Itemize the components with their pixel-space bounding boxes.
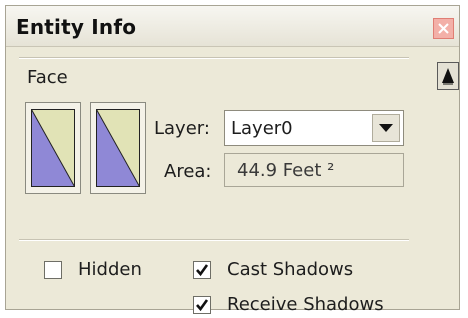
receive-shadows-checkbox[interactable] bbox=[193, 296, 211, 314]
toggle-details-button[interactable] bbox=[437, 62, 459, 90]
layer-value: Layer0 bbox=[231, 118, 293, 139]
receive-shadows-label: Receive Shadows bbox=[227, 294, 384, 315]
checkmark-icon bbox=[196, 299, 209, 312]
cast-shadows-option[interactable]: Cast Shadows bbox=[193, 259, 393, 283]
back-material-swatch[interactable] bbox=[90, 102, 146, 194]
layer-select[interactable]: Layer0 bbox=[224, 110, 404, 146]
header-divider bbox=[19, 57, 409, 59]
hidden-checkbox[interactable] bbox=[44, 261, 62, 279]
hidden-label: Hidden bbox=[78, 259, 142, 280]
close-x-icon bbox=[438, 23, 449, 34]
entity-type-label: Face bbox=[27, 67, 68, 88]
triangle-up-icon bbox=[442, 68, 454, 85]
layer-label: Layer: bbox=[154, 118, 210, 139]
back-material-icon bbox=[96, 109, 140, 187]
cast-shadows-label: Cast Shadows bbox=[227, 259, 354, 280]
checkmark-icon bbox=[196, 264, 209, 277]
chevron-down-icon bbox=[379, 124, 393, 132]
entity-info-window: Entity Info Face Layer: Layer0 Area: 44.… bbox=[5, 5, 460, 315]
hidden-option[interactable]: Hidden bbox=[44, 259, 164, 283]
layer-dropdown-button[interactable] bbox=[372, 114, 400, 142]
title-bar[interactable]: Entity Info bbox=[6, 6, 459, 47]
close-button[interactable] bbox=[433, 18, 454, 39]
window-title: Entity Info bbox=[16, 15, 137, 39]
cast-shadows-checkbox[interactable] bbox=[193, 261, 211, 279]
area-value: 44.9 Feet ² bbox=[237, 160, 335, 181]
area-field: 44.9 Feet ² bbox=[224, 153, 404, 187]
area-label: Area: bbox=[164, 161, 212, 182]
receive-shadows-option[interactable]: Receive Shadows bbox=[193, 294, 413, 318]
front-material-swatch[interactable] bbox=[25, 102, 81, 194]
front-material-icon bbox=[31, 109, 75, 187]
options-divider bbox=[19, 239, 409, 241]
